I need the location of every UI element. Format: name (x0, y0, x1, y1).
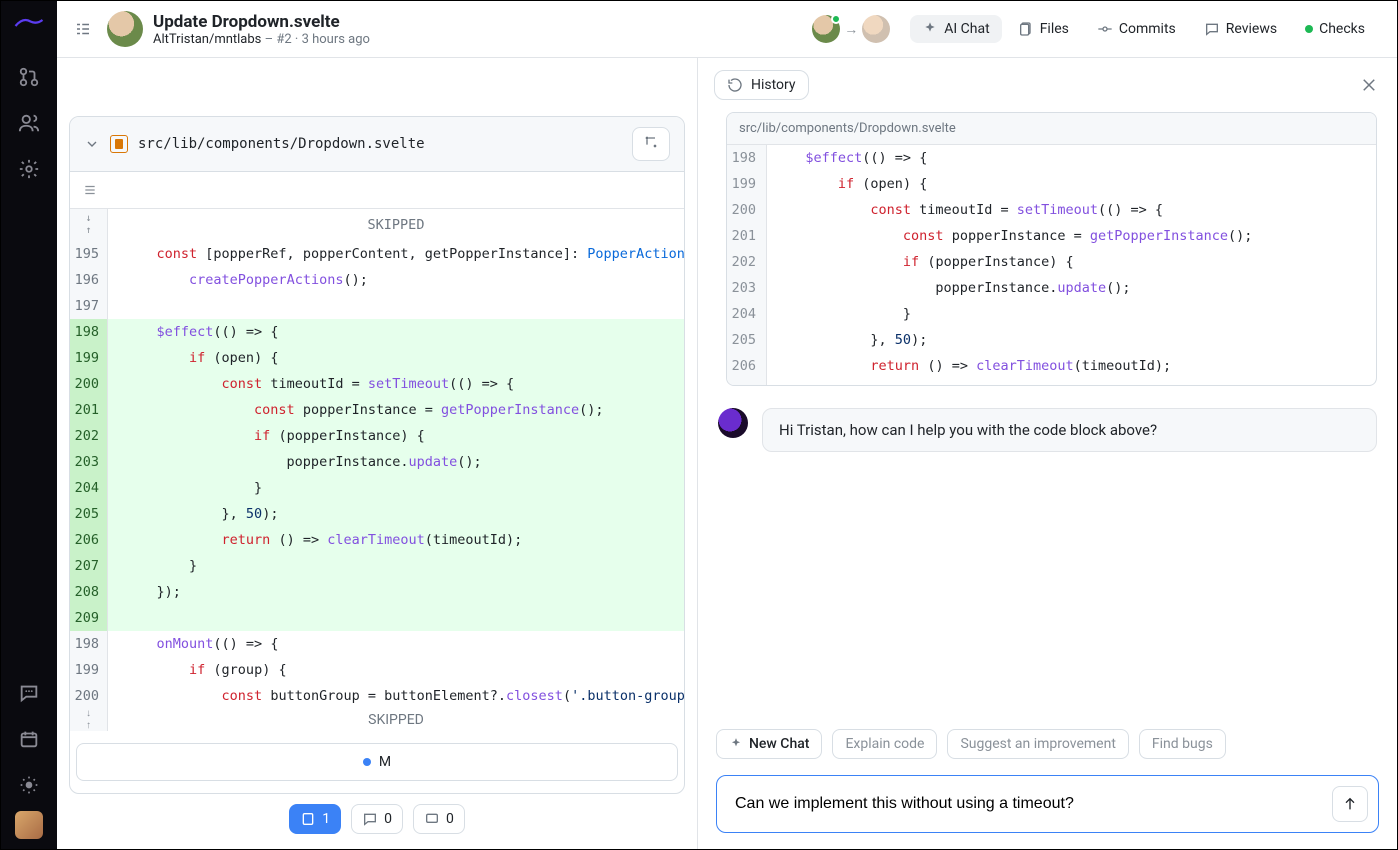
snippet-line: 199 if (open) { (727, 171, 1376, 197)
assistant-avatar (718, 408, 748, 438)
chat-input-wrapper (716, 775, 1379, 833)
find-bugs-chip[interactable]: Find bugs (1139, 729, 1226, 759)
reviewer-avatar[interactable] (862, 15, 890, 43)
diff-line[interactable]: 209 (70, 605, 684, 631)
checks-button[interactable]: Checks (1293, 15, 1377, 43)
diff-line[interactable]: 204 } (70, 475, 684, 501)
diff-line[interactable]: 198 $effect(() => { (70, 319, 684, 345)
context-snippet-card: src/lib/components/Dropdown.svelte 198 $… (726, 112, 1377, 386)
app-sidebar (1, 1, 57, 849)
diff-line[interactable]: 197 (70, 293, 684, 319)
topbar: Update Dropdown.svelte AltTristan/mntlab… (57, 1, 1397, 58)
skipped-label: SKIPPED (108, 209, 684, 241)
diff-line[interactable]: 203 popperInstance.update(); (70, 449, 684, 475)
reviews-button[interactable]: Reviews (1192, 15, 1289, 43)
chat-input[interactable] (735, 795, 1322, 813)
app-logo[interactable] (14, 17, 44, 31)
snippet-line: 206 return () => clearTimeout(timeoutId)… (727, 353, 1376, 379)
assignee-avatar[interactable] (812, 15, 840, 43)
snippet-line: 205 }, 50); (727, 327, 1376, 353)
snippet-line: 200 const timeoutId = setTimeout(() => { (727, 197, 1376, 223)
snippet-line: 203 popperInstance.update(); (727, 275, 1376, 301)
threads-pill[interactable]: 0 (413, 804, 465, 834)
explain-code-chip[interactable]: Explain code (832, 729, 937, 759)
sidebar-theme[interactable] (9, 765, 49, 805)
diff-line[interactable]: 201 const popperInstance = getPopperInst… (70, 397, 684, 423)
snippet-code[interactable]: 198 $effect(() => {199 if (open) {200 co… (727, 145, 1376, 385)
snippet-line: 204 } (727, 301, 1376, 327)
diff-line[interactable]: 207 } (70, 553, 684, 579)
files-changed-pill[interactable]: 1 (289, 804, 341, 834)
diff-code-block[interactable]: ↓↑ SKIPPED 195 const [popperRef, popperC… (70, 209, 684, 709)
outline-toggle-button[interactable] (69, 15, 97, 43)
snippet-path: src/lib/components/Dropdown.svelte (727, 113, 1376, 145)
sidebar-settings[interactable] (9, 149, 49, 189)
diff-view-button[interactable] (632, 127, 670, 161)
snippet-line: 198 $effect(() => { (727, 145, 1376, 171)
diff-line[interactable]: 199 if (group) { (70, 657, 684, 683)
chevron-down-icon[interactable] (84, 136, 100, 152)
assignee-list: → (812, 15, 890, 43)
close-panel-button[interactable] (1357, 73, 1381, 97)
snippet-line: 202 if (popperInstance) { (727, 249, 1376, 275)
diff-line[interactable]: 202 if (popperInstance) { (70, 423, 684, 449)
pr-title: Update Dropdown.svelte (153, 12, 370, 32)
suggest-improvement-chip[interactable]: Suggest an improvement (947, 729, 1128, 759)
diff-line[interactable]: 199 if (open) { (70, 345, 684, 371)
history-button[interactable]: History (714, 70, 809, 100)
sidebar-team[interactable] (9, 103, 49, 143)
sidebar-user-avatar[interactable] (15, 811, 43, 839)
file-path: src/lib/components/Dropdown.svelte (138, 136, 425, 152)
diff-line[interactable]: 206 return () => clearTimeout(timeoutId)… (70, 527, 684, 553)
review-marker[interactable]: M (76, 743, 678, 781)
expand-all-button[interactable] (80, 180, 100, 200)
ai-chat-panel: History src/lib/components/Dropdown.svel… (697, 58, 1397, 849)
skipped-label: SKIPPED (108, 709, 684, 731)
assistant-text: Hi Tristan, how can I help you with the … (762, 408, 1377, 452)
sidebar-pull-requests[interactable] (9, 57, 49, 97)
diff-line[interactable]: 198 onMount(() => { (70, 631, 684, 657)
ai-chat-button[interactable]: AI Chat (910, 15, 1001, 43)
files-button[interactable]: Files (1006, 15, 1081, 43)
summary-pills: 1 0 0 (69, 804, 685, 834)
sidebar-calendar[interactable] (9, 719, 49, 759)
send-button[interactable] (1332, 786, 1368, 822)
diff-line[interactable]: 200 const timeoutId = setTimeout(() => { (70, 371, 684, 397)
sidebar-chat[interactable] (9, 673, 49, 713)
pr-subtitle: AltTristan/mntlabs – #2 · 3 hours ago (153, 32, 370, 47)
snippet-line: 201 const popperInstance = getPopperInst… (727, 223, 1376, 249)
diff-line[interactable]: 200 const buttonGroup = buttonElement?.c… (70, 683, 684, 709)
diff-line[interactable]: 205 }, 50); (70, 501, 684, 527)
expand-up-button[interactable]: ↓↑ (70, 209, 108, 241)
comments-pill[interactable]: 0 (351, 804, 403, 834)
commits-button[interactable]: Commits (1085, 15, 1188, 43)
status-dot-icon (1305, 25, 1313, 33)
diff-line[interactable]: 208 }); (70, 579, 684, 605)
file-modified-icon (110, 135, 128, 153)
pr-author-avatar[interactable] (107, 11, 143, 47)
expand-down-button[interactable]: ↓↑ (70, 709, 108, 731)
diff-line[interactable]: 195 const [popperRef, popperContent, get… (70, 241, 684, 267)
arrow-icon: → (844, 21, 858, 38)
assistant-message: Hi Tristan, how can I help you with the … (698, 394, 1397, 452)
file-diff-card: src/lib/components/Dropdown.svelte (69, 116, 685, 794)
diff-pane: src/lib/components/Dropdown.svelte (57, 58, 697, 849)
snippet-line: 207 } (727, 379, 1376, 385)
new-chat-button[interactable]: New Chat (716, 729, 822, 759)
diff-line[interactable]: 196 createPopperActions(); (70, 267, 684, 293)
